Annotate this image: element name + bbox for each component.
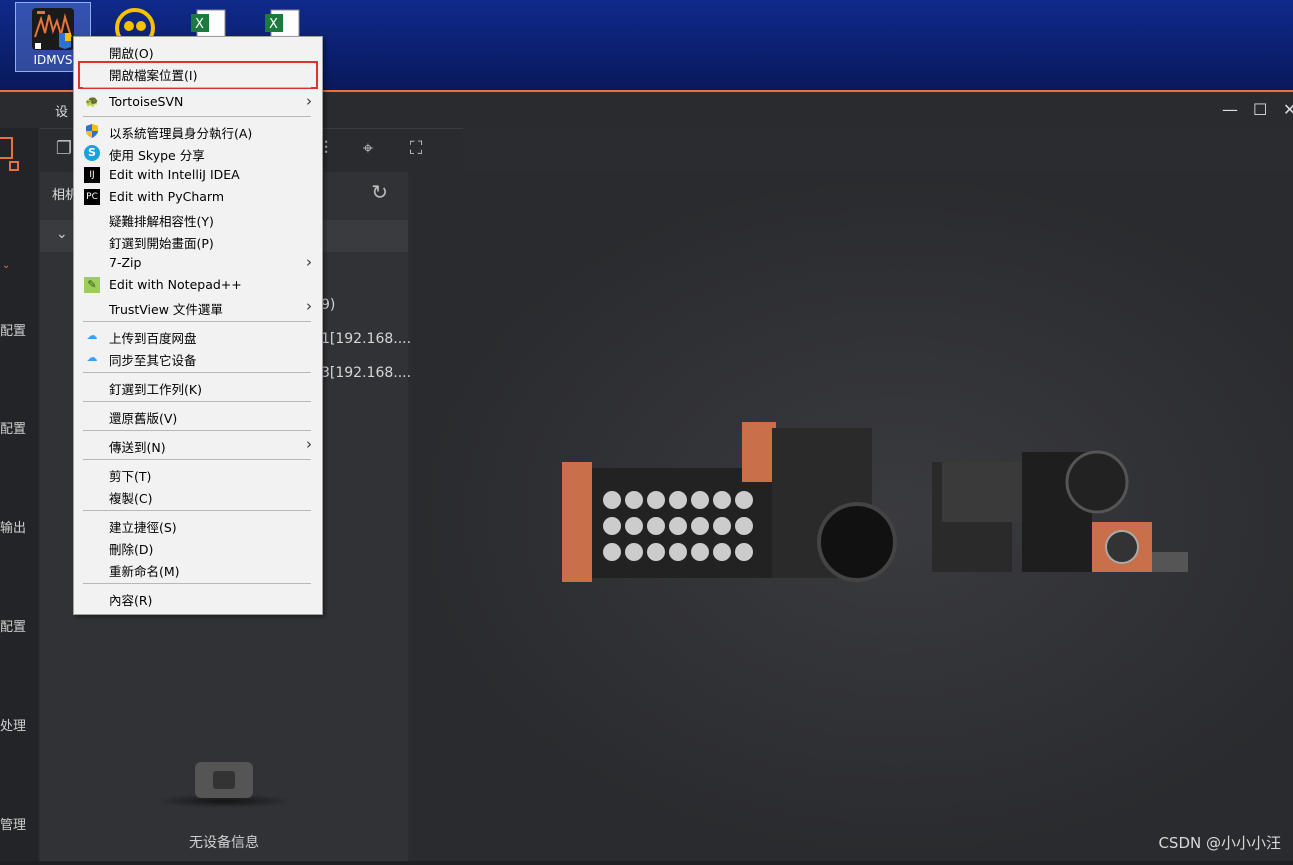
menu-item-7zip[interactable]: 7-Zip › — [74, 252, 322, 274]
minimize-icon[interactable]: — — [1222, 100, 1238, 119]
camera-placeholder-icon — [195, 762, 253, 798]
menu-item-copy[interactable]: 複製(C) — [74, 485, 322, 507]
svg-text:X: X — [195, 17, 204, 32]
menu-separator — [83, 401, 311, 402]
idmvs-app-icon — [31, 7, 75, 51]
menu-item-label: Edit with IntelliJ IDEA — [109, 167, 240, 182]
menu-item-label: 7-Zip — [109, 255, 142, 270]
menu-item-pin-start[interactable]: 釘選到開始畫面(P) — [74, 230, 322, 252]
menu-item-label: 複製(C) — [109, 491, 153, 506]
chevron-down-icon[interactable]: ⌄ — [56, 226, 68, 242]
rail-item-label: 配置 — [0, 620, 27, 635]
menu-item-open-file-location[interactable]: 開啟檔案位置(I) — [74, 62, 322, 84]
chevron-right-icon: › — [306, 92, 312, 110]
device-item[interactable]: 9) — [321, 297, 335, 313]
menu-separator — [83, 372, 311, 373]
menu-item-label: 剪下(T) — [109, 469, 152, 484]
menu-item-label: Edit with Notepad++ — [109, 277, 242, 292]
watermark: CSDN @小小小汪 — [1158, 834, 1281, 852]
menu-item-label: TrustView 文件選單 — [109, 302, 223, 317]
menu-item-label: 開啟檔案位置(I) — [109, 68, 198, 83]
menu-item-baidu-sync[interactable]: ☁ 同步至其它设备 — [74, 347, 322, 369]
pycharm-icon: PC — [84, 189, 100, 205]
menu-item-label: 使用 Skype 分享 — [109, 148, 205, 163]
chevron-right-icon: › — [306, 253, 312, 271]
menu-item-create-shortcut[interactable]: 建立捷徑(S) — [74, 514, 322, 536]
menu-item-skype[interactable]: S 使用 Skype 分享 — [74, 142, 322, 164]
tortoisesvn-icon: 🐢 — [85, 95, 99, 108]
rail-item-label: 管理 — [0, 818, 27, 833]
chevron-right-icon: › — [306, 297, 312, 315]
menu-separator — [83, 87, 311, 88]
copy-icon[interactable]: ❐ — [54, 139, 74, 159]
menu-item-notepadpp[interactable]: ✎ Edit with Notepad++ — [74, 274, 322, 296]
menu-item-label: 上传到百度网盘 — [109, 331, 197, 346]
menu-item-cut[interactable]: 剪下(T) — [74, 463, 322, 485]
baidu-netdisk-icon: ☁ — [86, 329, 98, 342]
menu-item-rename[interactable]: 重新命名(M) — [74, 558, 322, 580]
rail-item-label: 处理 — [0, 719, 27, 734]
menu-separator — [83, 430, 311, 431]
left-rail: ⌄ 配置 配置 输出 配置 处理 管理 — [0, 128, 38, 861]
menu-item-label: 內容(R) — [109, 593, 153, 608]
menu-item-label: 疑難排解相容性(Y) — [109, 214, 214, 229]
menu-item-label: 建立捷徑(S) — [109, 520, 177, 535]
empty-state-text: 无设备信息 — [189, 835, 259, 851]
product-showcase — [412, 172, 1293, 861]
menu-item-delete[interactable]: 刪除(D) — [74, 536, 322, 558]
menu-item-tortoisesvn[interactable]: 🐢 TortoiseSVN › — [74, 91, 322, 113]
chevron-right-icon: › — [306, 435, 312, 453]
menu-item-label: 傳送到(N) — [109, 440, 166, 455]
menu-item-open[interactable]: 開啟(O) — [74, 40, 322, 62]
focus-icon[interactable]: ⌖ — [358, 139, 378, 159]
rail-item-label: 配置 — [0, 422, 27, 437]
menu-separator — [83, 116, 311, 117]
menu-item-troubleshoot[interactable]: 疑難排解相容性(Y) — [74, 208, 322, 230]
menu-item-label: 開啟(O) — [109, 46, 154, 61]
menu-item-pycharm[interactable]: PC Edit with PyCharm — [74, 186, 322, 208]
menu-item-label: 同步至其它设备 — [109, 353, 197, 368]
uac-shield-icon — [84, 123, 100, 139]
refresh-icon[interactable]: ↻ — [371, 180, 388, 204]
context-menu: 開啟(O) 開啟檔案位置(I) 🐢 TortoiseSVN › 以系統管理員身分… — [73, 36, 323, 615]
menu-item-send-to[interactable]: 傳送到(N) › — [74, 434, 322, 456]
menu-item-label: Edit with PyCharm — [109, 189, 225, 204]
menu-item-label: TortoiseSVN — [109, 94, 184, 109]
menu-item-intellij[interactable]: IJ Edit with IntelliJ IDEA — [74, 164, 322, 186]
menu-separator — [83, 459, 311, 460]
menu-separator — [83, 583, 311, 584]
menu-item-label: 刪除(D) — [109, 542, 154, 557]
menu-item-label: 還原舊版(V) — [109, 411, 178, 426]
device-item[interactable]: 3[192.168.... — [321, 365, 411, 381]
skype-icon: S — [84, 145, 100, 161]
rail-logo — [0, 128, 38, 176]
fullscreen-icon[interactable]: ⛶ — [406, 139, 426, 159]
menu-separator — [83, 321, 311, 322]
menu-item-trustview[interactable]: TrustView 文件選單 › — [74, 296, 322, 318]
menu-item-restore-versions[interactable]: 還原舊版(V) — [74, 405, 322, 427]
menu-item-pin-taskbar[interactable]: 釘選到工作列(K) — [74, 376, 322, 398]
notepadpp-icon: ✎ — [84, 277, 100, 293]
rail-item-label: 输出 — [0, 521, 27, 536]
menu-item-properties[interactable]: 內容(R) — [74, 587, 322, 609]
menu-item-label: 釘選到工作列(K) — [109, 382, 202, 397]
menu-item-label: 釘選到開始畫面(P) — [109, 236, 214, 251]
svg-text:X: X — [269, 17, 278, 32]
intellij-icon: IJ — [84, 167, 100, 183]
empty-state: 无设备信息 — [40, 762, 408, 852]
rail-arrow: ⌄ — [2, 260, 11, 271]
device-item[interactable]: 1[192.168.... — [321, 331, 411, 347]
menu-item-label: 以系統管理員身分執行(A) — [109, 126, 253, 141]
baidu-netdisk-icon: ☁ — [86, 351, 98, 364]
logo-icon — [0, 137, 19, 171]
toolbar-label[interactable]: 设 — [55, 101, 68, 120]
menu-item-run-as-admin[interactable]: 以系統管理員身分執行(A) — [74, 120, 322, 142]
maximize-icon[interactable]: ☐ — [1253, 100, 1267, 119]
close-icon[interactable]: ✕ — [1283, 100, 1293, 119]
rail-item-label: 配置 — [0, 324, 27, 339]
menu-item-label: 重新命名(M) — [109, 564, 180, 579]
camera-lineup-image — [562, 422, 1188, 582]
menu-separator — [83, 510, 311, 511]
menu-item-baidu-upload[interactable]: ☁ 上传到百度网盘 — [74, 325, 322, 347]
